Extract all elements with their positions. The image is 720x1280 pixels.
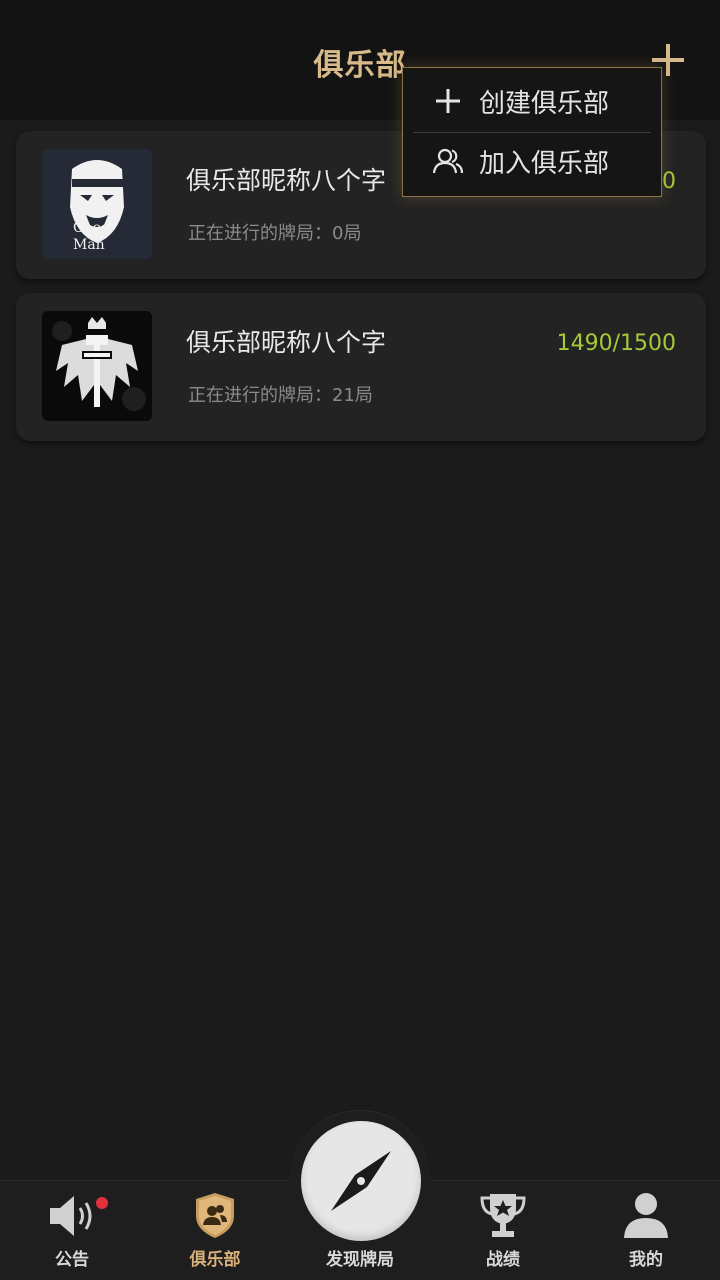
speaker-icon [12, 1190, 132, 1240]
compass-icon [331, 1151, 391, 1211]
discover-compass-button[interactable] [301, 1121, 421, 1241]
create-club-label: 创建俱乐部 [479, 88, 610, 119]
nav-label-notice: 公告 [55, 1250, 89, 1270]
club-games-value: 21局 [332, 385, 373, 406]
nav-label-club: 俱乐部 [189, 1250, 241, 1270]
nav-item-mine[interactable]: 我的 [586, 1190, 706, 1276]
club-games-label: 正在进行的牌局： [188, 223, 332, 244]
plus-icon [436, 89, 460, 113]
club-games-status: 正在进行的牌局：21局 [188, 381, 373, 407]
nav-label-record: 战绩 [486, 1250, 520, 1270]
nav-label-discover: 发现牌局 [326, 1250, 394, 1270]
nav-label-mine: 我的 [629, 1250, 663, 1270]
club-shield-icon [155, 1190, 275, 1240]
avatar-text-a: A [73, 204, 83, 218]
club-games-status: 正在进行的牌局：0局 [188, 219, 361, 245]
nav-item-notice[interactable]: 公告 [12, 1190, 132, 1276]
club-member-count: 0 [662, 169, 676, 194]
trophy-icon [443, 1190, 563, 1240]
users-icon [432, 148, 464, 174]
club-name: 俱乐部昵称八个字 [186, 328, 387, 357]
avatar-text-good: Good [73, 220, 110, 236]
club-member-count: 1490/1500 [556, 331, 676, 356]
add-club-menu: 创建俱乐部 加入俱乐部 [402, 67, 662, 197]
club-avatar [42, 311, 152, 421]
club-name: 俱乐部昵称八个字 [186, 166, 387, 195]
notification-dot [96, 1197, 108, 1209]
avatar-text-man: Man [73, 237, 105, 253]
nav-item-club[interactable]: 俱乐部 [155, 1190, 275, 1276]
club-games-label: 正在进行的牌局： [188, 385, 332, 406]
user-icon [586, 1190, 706, 1240]
club-card[interactable]: 俱乐部昵称八个字 正在进行的牌局：21局 1490/1500 [16, 293, 706, 441]
club-avatar: A Good Man [42, 149, 152, 259]
join-club-label: 加入俱乐部 [479, 148, 610, 179]
club-games-value: 0局 [332, 223, 362, 244]
nav-item-record[interactable]: 战绩 [443, 1190, 563, 1276]
create-club-menu-item[interactable]: 创建俱乐部 [413, 72, 653, 130]
join-club-menu-item[interactable]: 加入俱乐部 [413, 132, 653, 190]
